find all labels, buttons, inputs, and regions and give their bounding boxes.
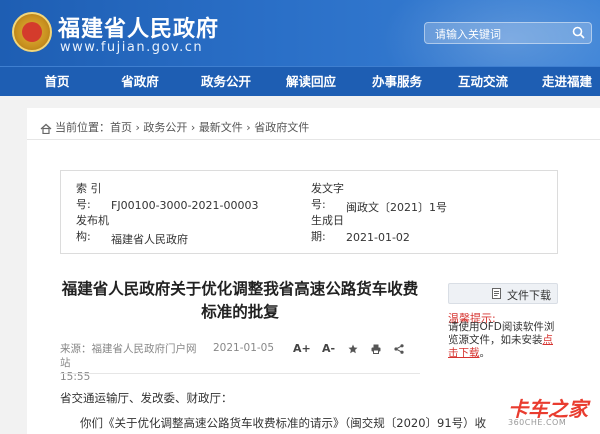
tip-text: 请使用OFD阅读软件浏览源文件，如未安装 bbox=[448, 321, 555, 346]
file-download-button[interactable]: 文件下载 bbox=[448, 283, 558, 304]
document-title: 福建省人民政府关于优化调整我省高速公路货车收费标准的批复 bbox=[61, 280, 419, 321]
meta-publisher-value: 福建省人民政府 bbox=[111, 233, 188, 246]
nav-item-home[interactable]: 首页 bbox=[30, 67, 84, 97]
nav-item-interpretation[interactable]: 解读回应 bbox=[280, 67, 342, 97]
site-url: www.fujian.gov.cn bbox=[60, 40, 204, 55]
content-card bbox=[27, 108, 600, 434]
meta-index-label-1: 索 引 bbox=[76, 182, 102, 195]
breadcrumb-separator: › bbox=[187, 121, 199, 134]
breadcrumb: 当前位置：首页 › 政务公开 › 最新文件 › 省政府文件 bbox=[40, 119, 309, 135]
search-input[interactable]: 请输入关键词 bbox=[424, 22, 592, 44]
national-emblem-icon bbox=[12, 12, 52, 52]
watermark-url: 360CHE.COM bbox=[508, 418, 567, 427]
nav-item-open-affairs[interactable]: 政务公开 bbox=[196, 67, 256, 97]
meta-date-value: 2021-01-02 bbox=[346, 231, 410, 244]
breadcrumb-link-latest-docs[interactable]: 最新文件 bbox=[199, 121, 243, 134]
meta-index-value: FJ00100-3000-2021-00003 bbox=[111, 199, 259, 212]
font-increase-button[interactable]: A+ bbox=[293, 342, 311, 355]
breadcrumb-prefix: 当前位置： bbox=[55, 121, 110, 134]
divider bbox=[60, 373, 420, 374]
document-source-line: 来源：福建省人民政府门户网站 bbox=[60, 343, 197, 369]
document-source: 来源：福建省人民政府门户网站 15:55 bbox=[60, 342, 200, 384]
nav-item-government[interactable]: 省政府 bbox=[110, 67, 170, 97]
breadcrumb-link-gov-docs[interactable]: 省政府文件 bbox=[254, 121, 309, 134]
share-icon[interactable] bbox=[394, 344, 404, 354]
file-download-label: 文件下载 bbox=[507, 289, 551, 302]
meta-date-label-1: 生成日 bbox=[311, 214, 344, 227]
tip-body: 请使用OFD阅读软件浏览源文件，如未安装点击下载。 bbox=[448, 321, 560, 360]
breadcrumb-separator: › bbox=[242, 121, 255, 134]
divider bbox=[27, 139, 600, 140]
font-decrease-button[interactable]: A- bbox=[322, 342, 335, 355]
document-icon bbox=[492, 288, 501, 299]
tip-end: 。 bbox=[479, 347, 491, 359]
favorite-star-icon[interactable] bbox=[348, 344, 358, 354]
nav-item-services[interactable]: 办事服务 bbox=[366, 67, 428, 97]
search-placeholder: 请输入关键词 bbox=[435, 28, 501, 41]
meta-publisher-label-1: 发布机 bbox=[76, 214, 109, 227]
search-icon[interactable] bbox=[572, 26, 585, 39]
breadcrumb-link-open-affairs[interactable]: 政务公开 bbox=[143, 121, 187, 134]
nav-item-interaction[interactable]: 互动交流 bbox=[452, 67, 514, 97]
meta-publisher-label-2: 构: bbox=[76, 230, 91, 243]
main-nav: 首页 省政府 政务公开 解读回应 办事服务 互动交流 走进福建 bbox=[0, 66, 600, 97]
document-metadata: 索 引 号: FJ00100-3000-2021-00003 发文字 号: 闽政… bbox=[60, 170, 558, 254]
nav-item-about-fujian[interactable]: 走进福建 bbox=[536, 67, 598, 97]
meta-docno-label-2: 号: bbox=[311, 198, 326, 211]
breadcrumb-separator: › bbox=[132, 121, 144, 134]
document-date: 2021-01-05 bbox=[213, 342, 275, 354]
print-icon[interactable] bbox=[371, 344, 381, 354]
home-icon bbox=[40, 123, 52, 134]
meta-index-label-2: 号: bbox=[76, 198, 91, 211]
document-paragraph: 你们《关于优化调整高速公路货车收费标准的请示》（闽交规〔2020〕91号）收 bbox=[80, 416, 487, 430]
meta-docno-value: 闽政文〔2021〕1号 bbox=[346, 201, 447, 214]
site-header: 福建省人民政府 www.fujian.gov.cn 请输入关键词 bbox=[0, 0, 600, 66]
meta-docno-label-1: 发文字 bbox=[311, 182, 344, 195]
meta-date-label-2: 期: bbox=[311, 230, 326, 243]
breadcrumb-link-home[interactable]: 首页 bbox=[110, 121, 132, 134]
document-recipient: 省交通运输厅、发改委、财政厅： bbox=[60, 391, 233, 405]
site-title[interactable]: 福建省人民政府 bbox=[58, 11, 219, 43]
